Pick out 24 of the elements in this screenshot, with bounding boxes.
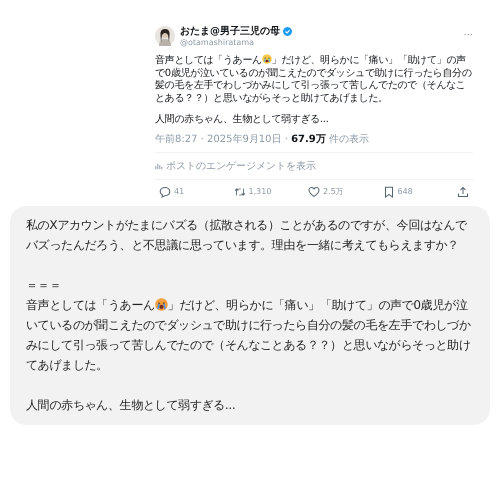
engagement-link[interactable]: ポストのエンゲージメントを表示: [166, 158, 316, 172]
repost-icon[interactable]: [234, 186, 246, 198]
action-count: 1,310: [248, 187, 272, 196]
message-text: 私のXアカウントがたまにバズる（拡散される）ことがあるのですが、今回はなんでバズったんだろう、と不思議に思っています。理由を一緒に考えてもらえますか？: [26, 216, 468, 254]
action-count: 648: [398, 187, 413, 196]
post-text: 人間の赤ちゃん、生物として弱すぎる...: [155, 114, 330, 126]
bookmark-icon[interactable]: [382, 186, 394, 198]
action-count: 41: [174, 187, 184, 196]
comment-icon[interactable]: [159, 186, 171, 198]
separator-text: ＝＝＝: [26, 276, 62, 294]
more-options[interactable]: ···: [463, 30, 473, 41]
post-text: 音声としては「うあーん 」だけど、明らかに「痛い」「助けて」の声で0歳児が泣いているのが聞こえたのでダッシュで助けに行ったら自分の髪の毛を左手でわしづかみにして引っ張って苦しんでたので（そんなことある？？）と思いながらそっと助けてあげました。: [155, 54, 472, 105]
author-handle: @otamashiratama: [180, 38, 256, 47]
crying-face-icon: [262, 54, 272, 64]
message-text: 音声としては「うあーん 」だけど、明らかに「痛い」「助けて」の声で0歳児が泣いているのが聞こえたのでダッシュで助けに行ったら自分の髪の毛を左手でわしづかみにして引っ張って苦しんでたので（そんなことある？？）と思いながらそっと助けてあげました。: [26, 296, 472, 374]
share-icon[interactable]: [457, 186, 469, 198]
action-count: 2.5万: [323, 186, 344, 197]
post-meta: 午前8:27 · 2025年9月10日 · 67.9万 件の表示: [155, 132, 473, 152]
heart-icon[interactable]: [308, 186, 320, 198]
bar-chart-icon: [155, 162, 163, 170]
message-text: 人間の赤ちゃん、生物として弱すぎる...: [26, 396, 236, 414]
author-name[interactable]: おたま@男子三児の母: [180, 24, 280, 38]
avatar-icon: [155, 26, 175, 46]
crying-face-icon: [154, 298, 168, 310]
